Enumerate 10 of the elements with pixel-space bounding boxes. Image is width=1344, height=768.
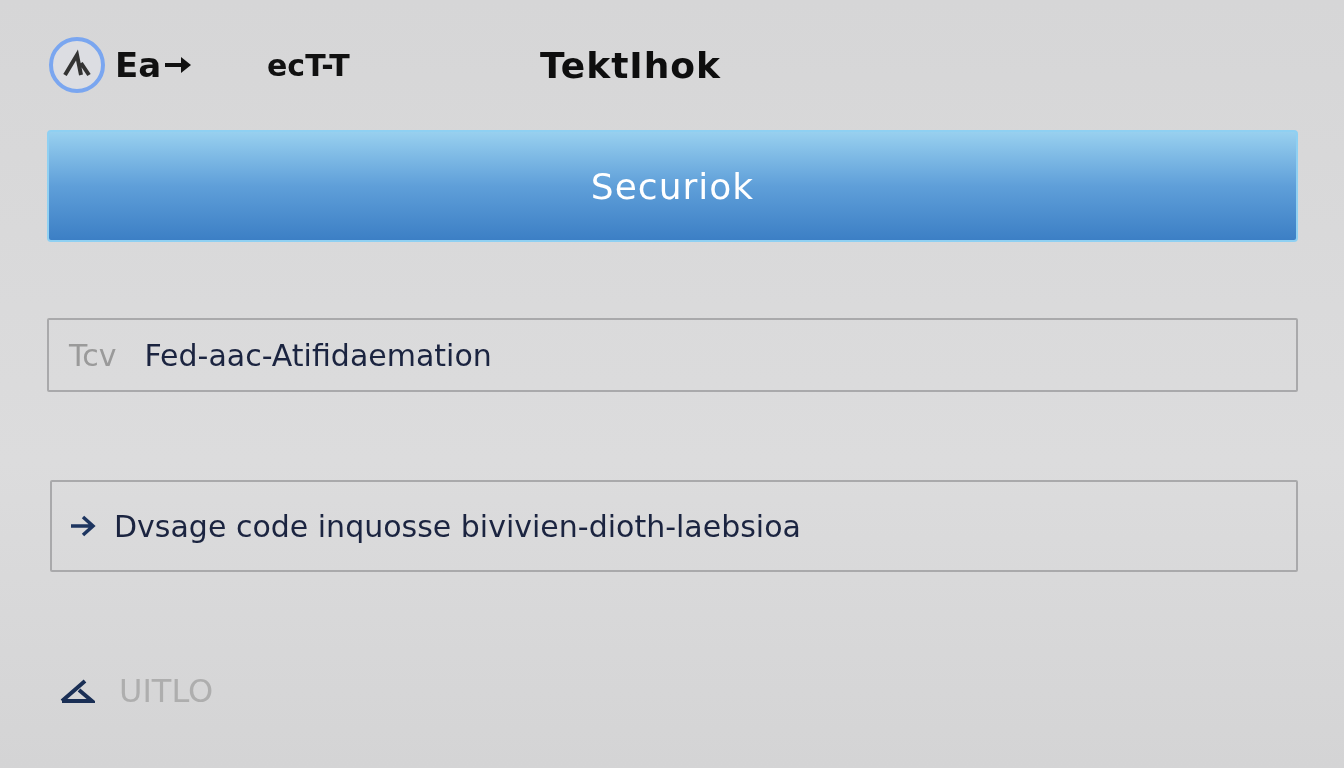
link-field[interactable]: Dvsage code inquosse bivivien-dioth-laebsioa xyxy=(50,480,1298,572)
input-field[interactable]: Tcv Fed-aac-Atifidaemation xyxy=(47,318,1298,392)
field-value: Dvsage code inquosse bivivien-dioth-laebsioa xyxy=(114,508,801,544)
triangle-icon xyxy=(59,678,95,704)
logo-icon[interactable] xyxy=(47,35,107,95)
nav-item[interactable]: ecT-T xyxy=(267,47,540,83)
logo-text: Ea xyxy=(115,45,162,85)
field-label: Tcv xyxy=(69,337,117,373)
page-title: TektIhok xyxy=(540,44,722,86)
field-value: Fed-aac-Atifidaemation xyxy=(144,337,492,373)
